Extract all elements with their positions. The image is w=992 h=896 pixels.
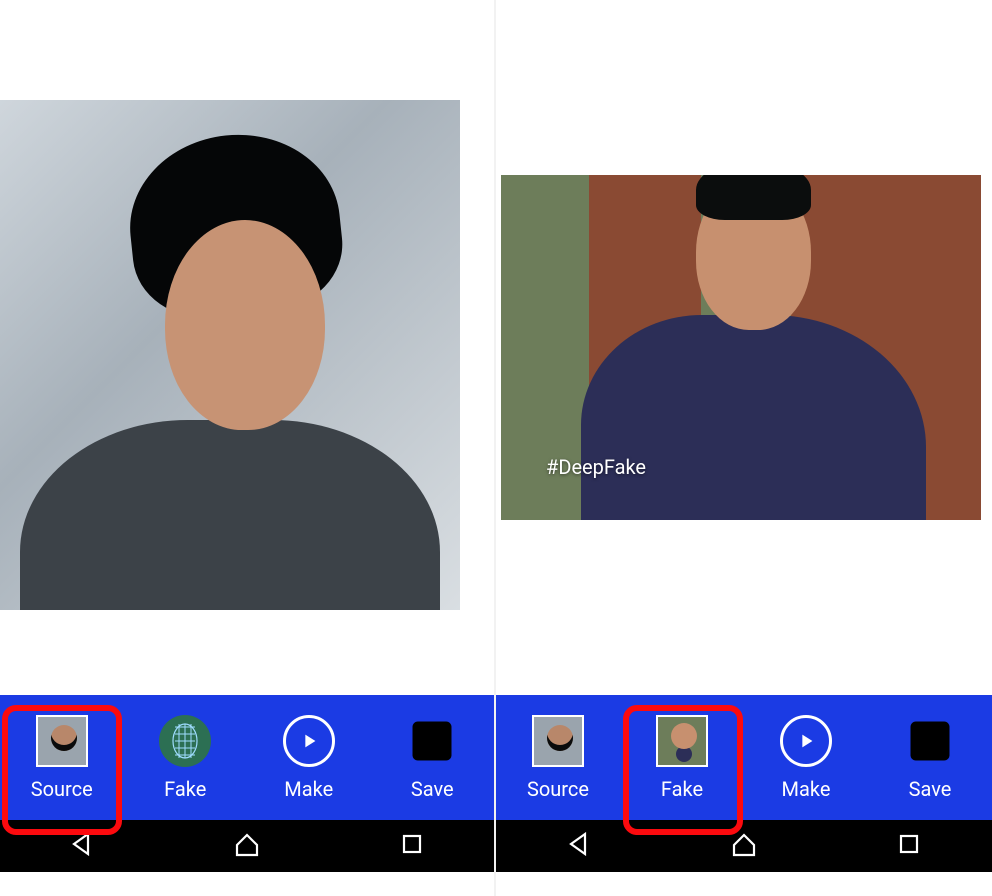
home-icon[interactable] xyxy=(730,830,758,862)
image-caption: #DeepFake xyxy=(546,455,646,479)
back-icon[interactable] xyxy=(68,830,96,862)
save-icon xyxy=(406,715,458,767)
footer-gap xyxy=(496,872,992,896)
fake-label: Fake xyxy=(130,777,240,801)
photo-area-right: #DeepFake xyxy=(496,0,992,695)
save-icon xyxy=(904,715,956,767)
android-nav-left xyxy=(0,820,494,872)
source-thumb-icon xyxy=(36,715,88,767)
android-nav-right xyxy=(496,820,992,872)
fake-thumb-icon xyxy=(656,715,708,767)
fake-label: Fake xyxy=(627,777,737,801)
source-label: Source xyxy=(503,777,613,801)
source-portrait xyxy=(0,100,460,610)
save-button[interactable]: Save xyxy=(377,715,487,801)
screen-left: Source Fake Make Save xyxy=(0,0,496,896)
back-icon[interactable] xyxy=(565,830,593,862)
source-button[interactable]: Source xyxy=(503,715,613,801)
source-thumb-icon xyxy=(532,715,584,767)
fake-button[interactable]: Fake xyxy=(627,715,737,801)
source-label: Source xyxy=(7,777,117,801)
play-icon xyxy=(780,715,832,767)
recent-icon[interactable] xyxy=(895,830,923,862)
target-portrait: #DeepFake xyxy=(501,175,981,520)
screen-right: #DeepFake Source Fake Make Save xyxy=(496,0,992,896)
save-label: Save xyxy=(875,777,985,801)
source-button[interactable]: Source xyxy=(7,715,117,801)
fake-button[interactable]: Fake xyxy=(130,715,240,801)
play-icon xyxy=(283,715,335,767)
footer-gap xyxy=(0,872,494,896)
face-mask-icon xyxy=(159,715,211,767)
home-icon[interactable] xyxy=(233,830,261,862)
save-button[interactable]: Save xyxy=(875,715,985,801)
recent-icon[interactable] xyxy=(398,830,426,862)
action-bar-left: Source Fake Make Save xyxy=(0,695,494,820)
photo-area-left xyxy=(0,0,494,695)
action-bar-right: Source Fake Make Save xyxy=(496,695,992,820)
make-button[interactable]: Make xyxy=(751,715,861,801)
save-label: Save xyxy=(377,777,487,801)
make-label: Make xyxy=(254,777,364,801)
make-label: Make xyxy=(751,777,861,801)
make-button[interactable]: Make xyxy=(254,715,364,801)
